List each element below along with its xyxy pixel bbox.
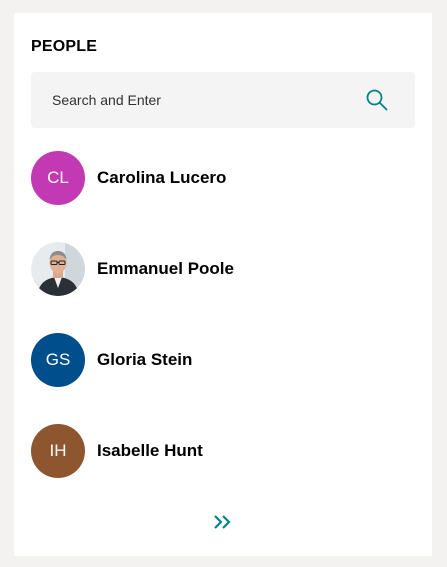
person-item-gloria-stein[interactable]: GS Gloria Stein (31, 332, 415, 388)
avatar-initials: CL (47, 168, 69, 187)
person-name: Gloria Stein (97, 350, 193, 369)
person-photo-icon (31, 242, 85, 296)
person-name: Emmanuel Poole (97, 259, 234, 278)
person-item-isabelle-hunt[interactable]: IH Isabelle Hunt (31, 423, 415, 479)
people-list: CL Carolina Lucero Emmanuel Poole GS Glo… (31, 150, 415, 514)
person-item-carolina-lucero[interactable]: CL Carolina Lucero (31, 150, 415, 206)
search-input[interactable] (31, 72, 341, 128)
avatar: GS (31, 333, 85, 387)
panel-title: PEOPLE (31, 38, 98, 55)
avatar-initials: IH (49, 441, 67, 460)
person-item-emmanuel-poole[interactable]: Emmanuel Poole (31, 241, 415, 297)
search-icon (366, 89, 388, 111)
avatar: CL (31, 151, 85, 205)
avatar-photo (31, 242, 85, 296)
avatar: IH (31, 424, 85, 478)
people-panel: PEOPLE CL Carolina Lucero (14, 13, 432, 556)
person-name: Carolina Lucero (97, 168, 227, 187)
search-box (31, 72, 415, 128)
person-name: Isabelle Hunt (97, 441, 203, 460)
show-more-button[interactable] (211, 513, 235, 531)
search-button[interactable] (365, 88, 389, 112)
avatar-initials: GS (45, 350, 71, 369)
double-chevron-right-icon (214, 515, 231, 529)
